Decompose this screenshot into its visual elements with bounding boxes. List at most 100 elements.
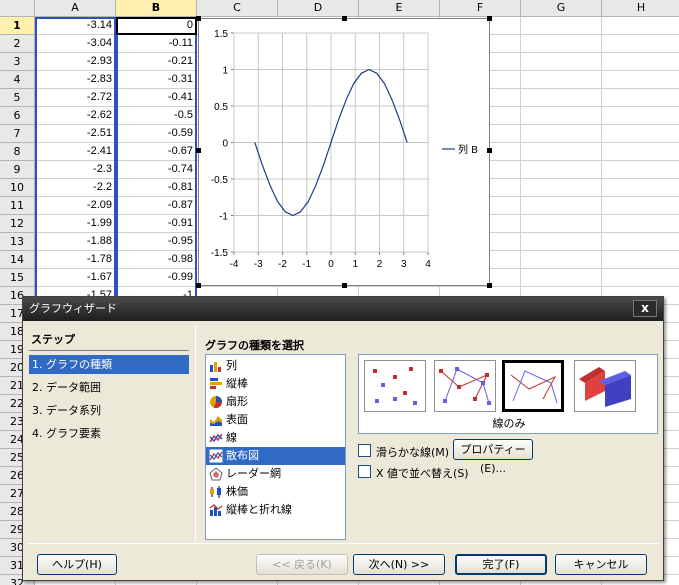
sheet-cell[interactable] — [602, 197, 679, 215]
sheet-cell[interactable] — [521, 71, 602, 89]
row-header[interactable]: 1 — [0, 17, 35, 35]
sheet-cell[interactable] — [521, 107, 602, 125]
sheet-cell[interactable]: -2.83 — [35, 71, 116, 89]
smooth-line-checkbox[interactable] — [358, 444, 371, 457]
row-header[interactable]: 2 — [0, 35, 35, 53]
chart-object[interactable]: 1.5 1 0.5 0 -0.5 -1 -1.5 -4 -3 -2 -1 0 1 2 3 4 列 B — [198, 18, 490, 286]
variant-points-only[interactable] — [364, 360, 426, 412]
sheet-cell[interactable] — [602, 215, 679, 233]
variant-lines-only[interactable] — [502, 360, 564, 412]
row-header[interactable]: 9 — [0, 161, 35, 179]
sheet-cell[interactable]: -0.99 — [116, 269, 197, 287]
sheet-cell[interactable] — [521, 17, 602, 35]
sheet-cell[interactable] — [602, 107, 679, 125]
sort-by-x-checkbox[interactable] — [358, 465, 371, 478]
sheet-cell[interactable]: -1.67 — [35, 269, 116, 287]
resize-handle-w[interactable] — [196, 148, 201, 153]
sheet-cell[interactable] — [521, 89, 602, 107]
sheet-cell[interactable]: -0.95 — [116, 233, 197, 251]
sheet-cell[interactable]: -0.5 — [116, 107, 197, 125]
sheet-cell[interactable]: -1.78 — [35, 251, 116, 269]
column-header[interactable]: G — [521, 0, 602, 17]
sheet-cell[interactable]: -0.59 — [116, 125, 197, 143]
cancel-button[interactable]: キャンセル — [555, 554, 647, 575]
column-header[interactable]: H — [602, 0, 679, 17]
properties-button[interactable]: プロパティー(E)... — [453, 439, 533, 475]
resize-handle-s[interactable] — [342, 283, 347, 288]
chart-type-item-stock[interactable]: 株価 — [206, 483, 345, 501]
sheet-cell[interactable]: -3.04 — [35, 35, 116, 53]
sheet-cell[interactable] — [521, 215, 602, 233]
sheet-cell[interactable] — [602, 143, 679, 161]
sheet-cell[interactable]: -0.11 — [116, 35, 197, 53]
sheet-cell[interactable] — [602, 17, 679, 35]
chart-type-item-area[interactable]: 表面 — [206, 411, 345, 429]
sheet-cell[interactable] — [602, 233, 679, 251]
select-all-corner[interactable] — [0, 0, 35, 17]
sheet-cell[interactable]: -0.81 — [116, 179, 197, 197]
back-button[interactable]: << 戻る(K) — [256, 554, 348, 575]
resize-handle-sw[interactable] — [196, 283, 201, 288]
sheet-cell[interactable] — [521, 269, 602, 287]
row-header[interactable]: 14 — [0, 251, 35, 269]
sheet-cell[interactable]: -0.87 — [116, 197, 197, 215]
column-header[interactable]: B — [116, 0, 197, 17]
sheet-cell[interactable]: -1.99 — [35, 215, 116, 233]
sheet-cell[interactable]: -2.93 — [35, 53, 116, 71]
sheet-cell[interactable] — [521, 161, 602, 179]
chart-type-item-scatter[interactable]: 散布図 — [206, 447, 345, 465]
sheet-cell[interactable] — [521, 251, 602, 269]
chart-type-item-column[interactable]: 列 — [206, 357, 345, 375]
chart-type-item-radar[interactable]: レーダー網 — [206, 465, 345, 483]
row-header[interactable]: 12 — [0, 215, 35, 233]
sheet-cell[interactable] — [521, 125, 602, 143]
column-header[interactable]: F — [440, 0, 521, 17]
sheet-cell[interactable] — [602, 71, 679, 89]
close-button[interactable]: x — [633, 300, 657, 317]
sheet-cell[interactable] — [602, 89, 679, 107]
sheet-cell[interactable]: -2.3 — [35, 161, 116, 179]
sheet-cell[interactable] — [602, 269, 679, 287]
column-header[interactable]: C — [197, 0, 278, 17]
sheet-cell[interactable]: -0.98 — [116, 251, 197, 269]
resize-handle-e[interactable] — [487, 148, 492, 153]
column-header[interactable]: E — [359, 0, 440, 17]
sheet-cell[interactable]: -0.67 — [116, 143, 197, 161]
sheet-cell[interactable] — [602, 35, 679, 53]
step-chart-elements[interactable]: 4. グラフ要素 — [29, 424, 189, 443]
row-header[interactable]: 7 — [0, 125, 35, 143]
resize-handle-n[interactable] — [342, 16, 347, 21]
chart-type-item-bar[interactable]: 縦棒 — [206, 375, 345, 393]
row-header[interactable]: 3 — [0, 53, 35, 71]
sheet-cell[interactable]: -1.88 — [35, 233, 116, 251]
sheet-cell[interactable] — [602, 125, 679, 143]
column-header[interactable]: A — [35, 0, 116, 17]
chart-type-list[interactable]: 列 縦棒 扇形 表面 線 散布図 レーダー網 株価 縦棒と折れ線 — [205, 354, 346, 540]
sheet-cell[interactable]: 0 — [116, 17, 197, 35]
sheet-cell[interactable]: -0.91 — [116, 215, 197, 233]
row-header[interactable]: 10 — [0, 179, 35, 197]
row-header[interactable]: 11 — [0, 197, 35, 215]
resize-handle-se[interactable] — [487, 283, 492, 288]
sheet-cell[interactable]: -2.2 — [35, 179, 116, 197]
sheet-cell[interactable]: -0.41 — [116, 89, 197, 107]
sheet-cell[interactable] — [521, 179, 602, 197]
resize-handle-nw[interactable] — [196, 16, 201, 21]
sheet-cell[interactable] — [521, 197, 602, 215]
variant-points-and-lines[interactable] — [434, 360, 496, 412]
sheet-cell[interactable] — [521, 143, 602, 161]
sheet-cell[interactable]: -2.72 — [35, 89, 116, 107]
next-button[interactable]: 次へ(N) >> — [353, 554, 445, 575]
row-header[interactable]: 15 — [0, 269, 35, 287]
sheet-cell[interactable] — [521, 233, 602, 251]
sheet-cell[interactable]: -0.21 — [116, 53, 197, 71]
chart-type-item-line[interactable]: 線 — [206, 429, 345, 447]
sheet-cell[interactable]: -2.09 — [35, 197, 116, 215]
finish-button[interactable]: 完了(F) — [455, 554, 547, 575]
variant-3d-lines[interactable] — [574, 360, 636, 412]
row-header[interactable]: 13 — [0, 233, 35, 251]
sheet-cell[interactable] — [602, 251, 679, 269]
column-header[interactable]: D — [278, 0, 359, 17]
row-header[interactable]: 4 — [0, 71, 35, 89]
dialog-titlebar[interactable]: グラフウィザード x — [23, 297, 663, 321]
